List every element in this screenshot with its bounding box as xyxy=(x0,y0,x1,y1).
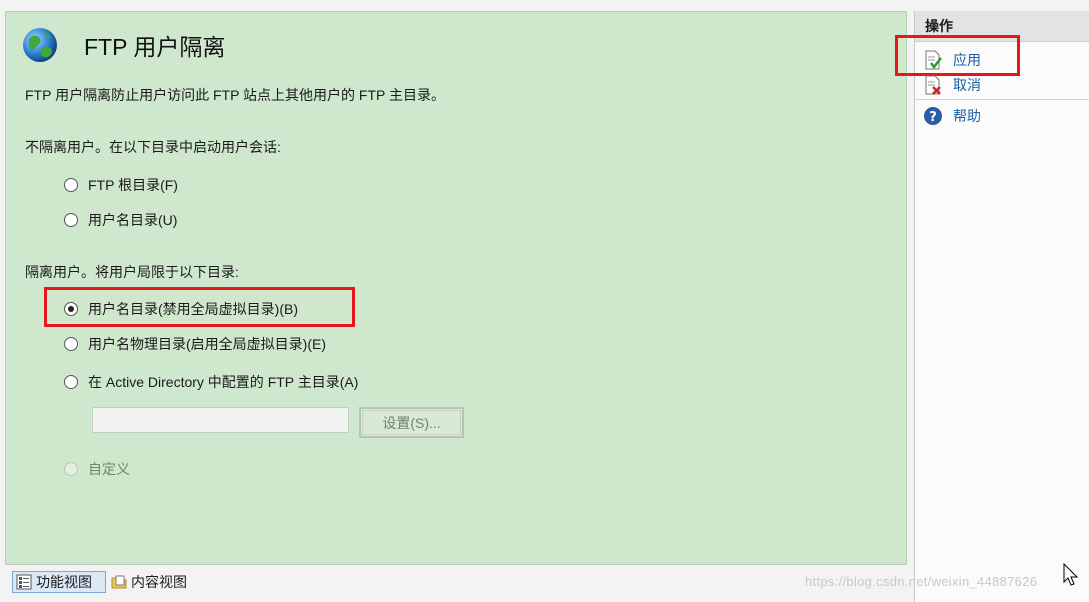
radio-label: 用户名目录(U) xyxy=(88,212,178,228)
radio-custom[interactable]: 自定义 xyxy=(64,459,130,479)
ad-home-directory-input[interactable] xyxy=(92,407,349,433)
radio-button-disabled[interactable] xyxy=(64,462,78,476)
feature-view-icon xyxy=(16,574,32,590)
globe-icon xyxy=(23,28,57,62)
radio-button[interactable] xyxy=(64,337,78,351)
tab-content-view[interactable]: 内容视图 xyxy=(110,571,187,593)
cancel-icon xyxy=(925,75,941,95)
radio-username-directory[interactable]: 用户名目录(U) xyxy=(64,210,177,230)
actions-divider xyxy=(915,99,1089,100)
tab-label: 内容视图 xyxy=(131,574,187,590)
settings-button-label: 设置(S)... xyxy=(362,410,461,435)
ftp-user-isolation-panel: FTP 用户隔离 FTP 用户隔离防止用户访问此 FTP 站点上其他用户的 FT… xyxy=(5,11,907,565)
actions-pane: 操作 应用 取消 ? 帮助 xyxy=(895,11,1089,602)
radio-ftp-root[interactable]: FTP 根目录(F) xyxy=(64,175,178,195)
tab-label: 功能视图 xyxy=(36,574,92,590)
view-switcher-bar: 功能视图 内容视图 xyxy=(0,566,910,602)
highlight-box-selected-option xyxy=(44,287,355,327)
radio-button[interactable] xyxy=(64,375,78,389)
radio-label: 用户名物理目录(启用全局虚拟目录)(E) xyxy=(88,336,326,352)
radio-button[interactable] xyxy=(64,178,78,192)
isolation-label: 隔离用户。将用户局限于以下目录: xyxy=(25,264,239,280)
page-header: FTP 用户隔离 xyxy=(20,24,225,66)
cancel-action[interactable]: 取消 xyxy=(923,75,981,95)
content-view-icon xyxy=(111,575,127,589)
radio-username-physical-dir[interactable]: 用户名物理目录(启用全局虚拟目录)(E) xyxy=(64,334,326,354)
page-title: FTP 用户隔离 xyxy=(84,34,226,60)
mouse-cursor-icon xyxy=(1063,563,1079,586)
help-action[interactable]: ? 帮助 xyxy=(923,106,981,126)
settings-button[interactable]: 设置(S)... xyxy=(359,407,464,438)
radio-label: FTP 根目录(F) xyxy=(88,177,178,193)
help-icon: ? xyxy=(924,107,942,125)
help-label: 帮助 xyxy=(953,108,981,124)
highlight-box-apply xyxy=(895,35,1020,76)
tab-feature-view[interactable]: 功能视图 xyxy=(12,571,106,593)
radio-label: 自定义 xyxy=(88,461,130,477)
radio-active-directory[interactable]: 在 Active Directory 中配置的 FTP 主目录(A) xyxy=(64,372,358,392)
no-isolation-label: 不隔离用户。在以下目录中启动用户会话: xyxy=(25,139,281,155)
page-description: FTP 用户隔离防止用户访问此 FTP 站点上其他用户的 FTP 主目录。 xyxy=(25,87,446,103)
cancel-label: 取消 xyxy=(953,77,981,93)
watermark: https://blog.csdn.net/weixin_44887626 xyxy=(805,574,1038,589)
svg-text:?: ? xyxy=(929,110,937,125)
radio-button[interactable] xyxy=(64,213,78,227)
radio-label: 在 Active Directory 中配置的 FTP 主目录(A) xyxy=(88,374,359,390)
